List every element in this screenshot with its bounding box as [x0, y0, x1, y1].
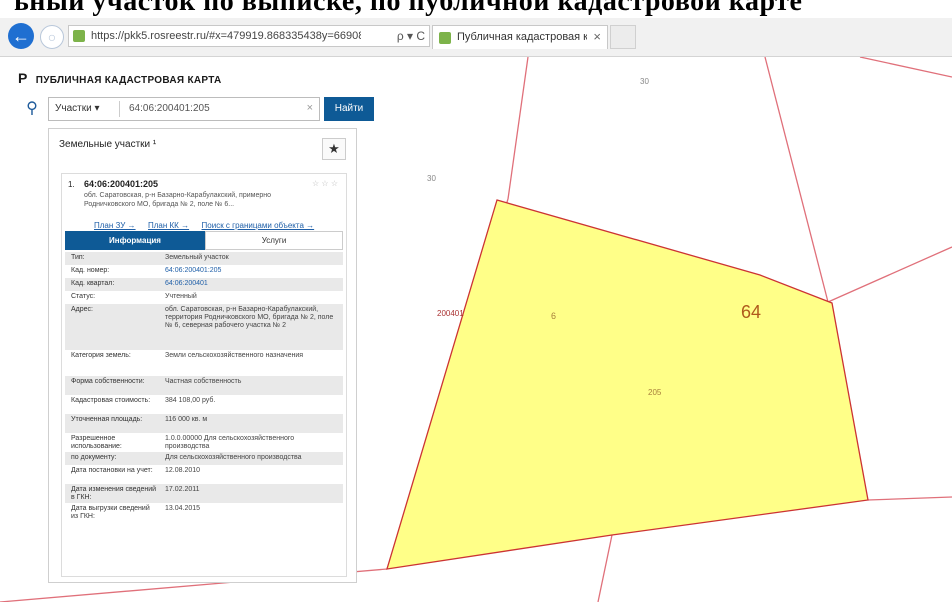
- attribute-value: 17.02.2011: [165, 486, 200, 493]
- browser-toolbar: ← ○ https://pkk5.rosreestr.ru/#x=479919.…: [0, 18, 952, 57]
- card-cadastral-number[interactable]: 64:06:200401:205: [84, 179, 158, 189]
- tab-close-icon[interactable]: ×: [593, 29, 601, 44]
- boundary-line: [859, 57, 952, 78]
- map-label-30-top: 30: [640, 77, 649, 86]
- rosreestr-logo-icon: Р: [18, 70, 28, 86]
- attribute-label: Категория земель:: [71, 352, 131, 359]
- address-bar[interactable]: https://pkk5.rosreestr.ru/#x=479919.8683…: [68, 25, 430, 47]
- boundary-line: [597, 534, 613, 602]
- card-index: 1.: [68, 180, 75, 189]
- address-controls[interactable]: ρ ▾ C: [397, 29, 425, 43]
- attribute-label: Кад. номер:: [71, 267, 110, 274]
- attribute-label: Кад. квартал:: [71, 280, 115, 287]
- attribute-label: Кадастровая стоимость:: [71, 397, 151, 404]
- attribute-label: по документу:: [71, 454, 117, 461]
- tab-favicon-icon: [439, 32, 451, 44]
- favorite-star-icon[interactable]: ★: [322, 138, 346, 160]
- site-favicon-icon: [73, 30, 85, 42]
- search-field[interactable]: Участки ▾ 64:06:200401:205 ×: [48, 97, 320, 121]
- attribute-label: Дата выгрузки сведений из ГКН:: [71, 505, 150, 520]
- search-input[interactable]: 64:06:200401:205: [129, 103, 210, 114]
- boundary-line: [827, 246, 952, 303]
- attribute-label: Адрес:: [71, 306, 93, 313]
- attribute-value: Учтенный: [165, 293, 197, 300]
- attribute-table: Тип: Земельный участок Кад. номер: 64:06:20…: [65, 252, 343, 522]
- browser-tab-active[interactable]: Публичная кадастровая к... ×: [432, 25, 608, 49]
- attribute-row: Разрешенное использование: 1.0.0.00000 Дл…: [65, 433, 343, 452]
- search-divider: [119, 101, 120, 117]
- app-title: ПУБЛИЧНАЯ КАДАСТРОВАЯ КАРТА: [35, 75, 222, 86]
- search-boundaries-link[interactable]: Поиск с границами объекта →: [202, 221, 315, 230]
- attribute-label: Дата постановки на учет:: [71, 467, 153, 474]
- clear-search-icon[interactable]: ×: [307, 102, 313, 114]
- attribute-row: Категория земель: Земли сельскохозяйствен…: [65, 350, 343, 376]
- results-header: Земельные участки ¹: [59, 139, 157, 150]
- attribute-row: Кад. квартал: 64:06:200401: [65, 278, 343, 291]
- attribute-row: Форма собственности: Частная собственност…: [65, 376, 343, 395]
- attribute-value: Земли сельскохозяйственного назначения: [165, 352, 304, 359]
- map-label-64: 64: [741, 302, 762, 322]
- attribute-label: Уточненная площадь:: [71, 416, 143, 423]
- attribute-label: Дата изменения сведений в ГКН:: [71, 486, 157, 501]
- attribute-row: Адрес: обл. Саратовская, р-н Базарно-Кара…: [65, 304, 343, 350]
- attribute-label: Разрешенное использование:: [71, 435, 122, 450]
- plan-kk-link[interactable]: План КК →: [148, 221, 189, 230]
- attribute-row: Тип: Земельный участок: [65, 252, 343, 265]
- parcel-card: 1. 64:06:200401:205 ☆ ☆ ☆ обл. Саратовск…: [61, 173, 347, 577]
- attribute-value[interactable]: 64:06:200401:205: [165, 267, 339, 275]
- attribute-row: Дата выгрузки сведений из ГКН: 13.04.2015: [65, 503, 343, 522]
- boundary-line: [867, 496, 952, 501]
- search-icon[interactable]: ⚲: [20, 97, 44, 121]
- card-actions-icon[interactable]: ☆ ☆ ☆: [312, 179, 338, 188]
- find-button[interactable]: Найти: [324, 97, 374, 121]
- results-panel: Земельные участки ¹ ★ 1. 64:06:200401:20…: [48, 128, 357, 583]
- attribute-label: Форма собственности:: [71, 378, 145, 385]
- tab-information[interactable]: Информация: [65, 231, 205, 250]
- back-button[interactable]: ←: [8, 23, 34, 49]
- selected-parcel[interactable]: [386, 199, 869, 570]
- attribute-row: Кадастровая стоимость: 384 108,00 руб.: [65, 395, 343, 414]
- attribute-row: Уточненная площадь: 116 000 кв. м: [65, 414, 343, 433]
- attribute-row: Статус: Учтенный: [65, 291, 343, 304]
- map-label-30: 30: [427, 174, 436, 183]
- attribute-value: 384 108,00 руб.: [165, 397, 216, 404]
- attribute-value: 12.08.2010: [165, 467, 201, 474]
- attribute-value: Земельный участок: [165, 254, 229, 261]
- page-heading-strip: ьный участок по выписке, по публичной ка…: [0, 0, 952, 18]
- attribute-value: 13.04.2015: [165, 505, 201, 512]
- attribute-value: обл. Саратовская, р-н Базарно-Карабулакс…: [165, 306, 334, 329]
- attribute-row: Дата изменения сведений в ГКН: 17.02.2011: [65, 484, 343, 503]
- map-label-6: 6: [551, 311, 557, 321]
- attribute-value: Для сельскохозяйственного производства: [165, 454, 302, 461]
- attribute-value[interactable]: 64:06:200401: [165, 280, 339, 288]
- tab-title: Публичная кадастровая к...: [457, 31, 587, 43]
- attribute-value: 1.0.0.00000 Для сельскохозяйственного пр…: [165, 435, 295, 450]
- attribute-value: Частная собственность: [165, 378, 242, 385]
- attribute-value: 116 000 кв. м: [165, 416, 208, 423]
- map-label-block: 200401: [437, 309, 464, 318]
- card-address: обл. Саратовская, р-н Базарно-Карабулакс…: [84, 192, 272, 208]
- search-bar: ⚲ Участки ▾ 64:06:200401:205 × Найти: [20, 97, 374, 121]
- attribute-row: Кад. номер: 64:06:200401:205: [65, 265, 343, 278]
- map-label-205: 205: [648, 388, 662, 397]
- boundary-line: [507, 57, 529, 200]
- attribute-label: Статус:: [71, 293, 96, 300]
- app-header: Р ПУБЛИЧНАЯ КАДАСТРОВАЯ КАРТА: [18, 70, 222, 88]
- attribute-row: Дата постановки на учет: 12.08.2010: [65, 465, 343, 484]
- tab-services[interactable]: Услуги: [205, 231, 343, 250]
- address-url[interactable]: https://pkk5.rosreestr.ru/#x=479919.8683…: [91, 30, 361, 42]
- attribute-label: Тип:: [71, 254, 85, 261]
- search-type-dropdown[interactable]: Участки ▾: [55, 103, 99, 114]
- boundary-line: [764, 57, 829, 303]
- plan-zu-link[interactable]: План ЗУ →: [94, 221, 136, 230]
- forward-button[interactable]: ○: [40, 25, 64, 49]
- card-tabs: Информация Услуги: [65, 231, 343, 250]
- page-heading-text: ьный участок по выписке, по публичной ка…: [14, 0, 803, 17]
- new-tab-button[interactable]: [610, 25, 636, 49]
- attribute-row: по документу: Для сельскохозяйственного п…: [65, 452, 343, 465]
